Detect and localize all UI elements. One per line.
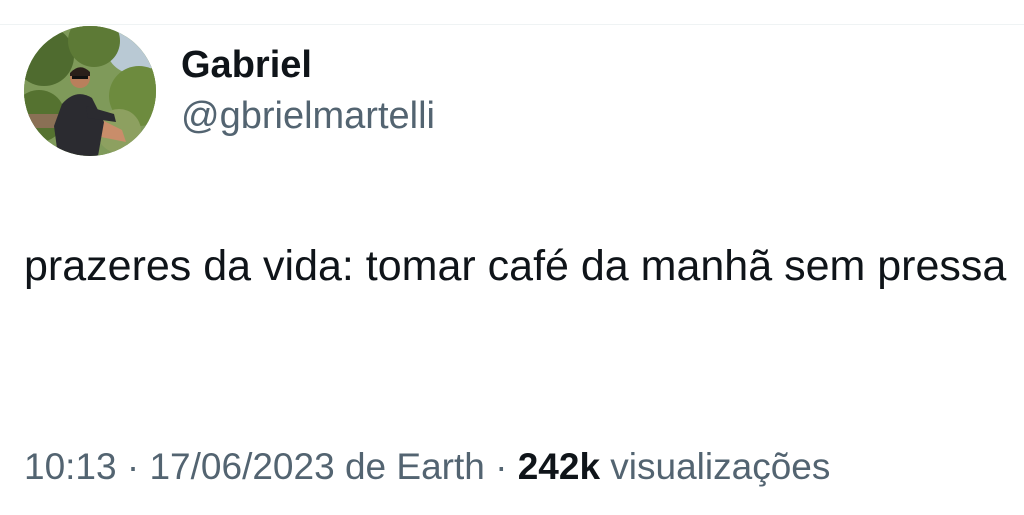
author-display-name[interactable]: Gabriel bbox=[181, 42, 312, 88]
author-handle[interactable]: @gbrielmartelli bbox=[181, 93, 435, 139]
user-avatar[interactable] bbox=[24, 26, 156, 156]
views-label[interactable]: visualizações bbox=[600, 446, 830, 487]
meta-separator: · bbox=[484, 446, 518, 487]
views-count[interactable]: 242k bbox=[518, 446, 600, 487]
tweet-card[interactable]: Gabriel @gbrielmartelli prazeres da vida… bbox=[0, 0, 1024, 515]
tweet-date[interactable]: 17/06/2023 bbox=[149, 446, 334, 487]
avatar-photo-icon bbox=[24, 26, 156, 156]
meta-separator: · bbox=[116, 446, 150, 487]
tweet-time[interactable]: 10:13 bbox=[24, 446, 117, 487]
tweet-meta: 10:13 · 17/06/2023 de Earth · 242k visua… bbox=[24, 442, 830, 492]
meta-de: de bbox=[334, 446, 397, 487]
tweet-text: prazeres da vida: tomar café da manhã se… bbox=[24, 242, 1007, 290]
tweet-source: Earth bbox=[396, 446, 485, 487]
